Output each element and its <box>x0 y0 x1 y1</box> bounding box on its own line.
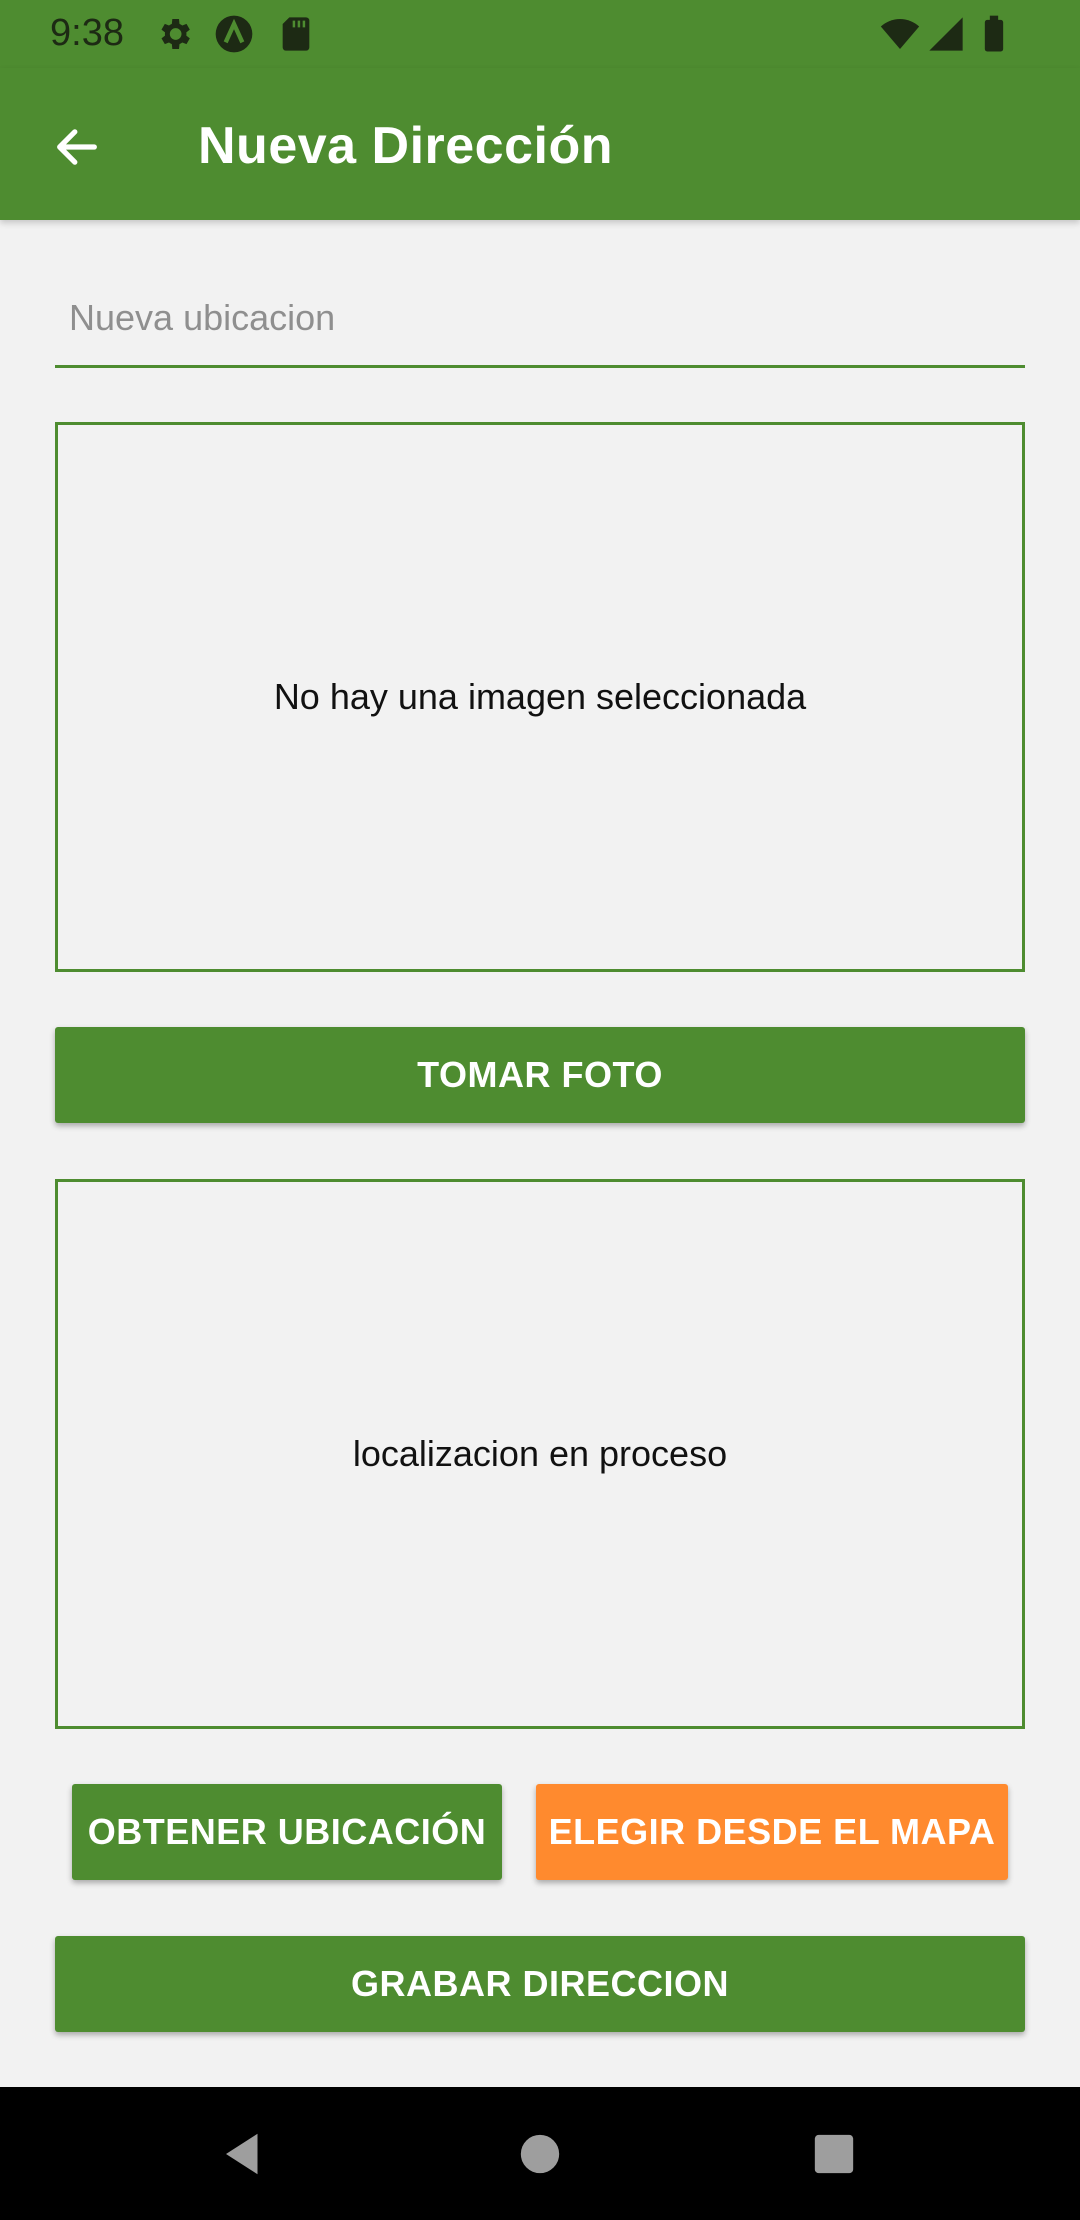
gear-icon <box>161 19 190 49</box>
sd-card-icon <box>282 17 310 51</box>
map-preview-text: localizacion en proceso <box>352 1433 728 1474</box>
screen: 9:38 Nueva Dirección Nueva ubicacion No … <box>0 0 1080 2220</box>
save-address-button[interactable]: GRABAR DIRECCION <box>55 1936 1025 2032</box>
image-preview-text: No hay una imagen seleccionada <box>273 676 807 717</box>
navigation-bar <box>0 2087 1080 2220</box>
status-time: 9:38 <box>50 12 124 54</box>
nav-back-button[interactable] <box>205 2115 283 2193</box>
take-photo-button[interactable]: TOMAR FOTO <box>55 1027 1025 1123</box>
arrow-left-icon <box>57 129 97 165</box>
back-button[interactable] <box>40 110 114 184</box>
nav-home-button[interactable] <box>501 2115 579 2193</box>
home-circle-icon <box>520 2134 560 2174</box>
signal-icon <box>929 17 963 51</box>
location-input-container <box>55 282 1025 368</box>
battery-icon <box>984 15 1004 52</box>
image-preview-box: No hay una imagen seleccionada <box>55 422 1025 972</box>
app-a-icon <box>215 15 253 53</box>
map-preview-box: localizacion en proceso <box>55 1179 1025 1729</box>
get-location-button[interactable]: OBTENER UBICACIÓN <box>72 1784 502 1880</box>
pick-from-map-button[interactable]: ELEGIR DESDE EL MAPA <box>536 1784 1008 1880</box>
app-bar: Nueva Dirección <box>0 68 1080 220</box>
back-triangle-icon <box>226 2133 258 2175</box>
page-title: Nueva Dirección <box>198 117 613 175</box>
nav-recents-button[interactable] <box>795 2115 873 2193</box>
status-bar: 9:38 <box>0 0 1080 68</box>
location-input[interactable] <box>55 282 1025 365</box>
wifi-icon <box>880 19 920 49</box>
recents-square-icon <box>814 2134 854 2174</box>
